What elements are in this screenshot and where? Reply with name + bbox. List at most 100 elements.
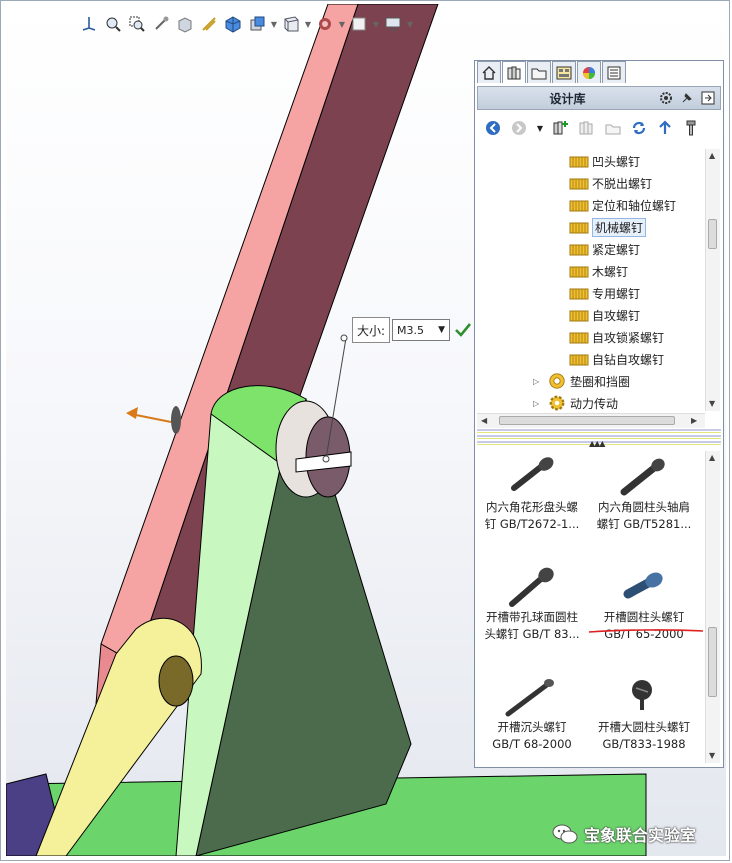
direction-arrow bbox=[130, 413, 172, 423]
library-item-name: 开槽带孔球面圆柱 bbox=[486, 610, 578, 624]
tree-item[interactable]: 凹头螺钉 bbox=[569, 151, 640, 171]
scene-dropdown-icon[interactable]: ▼ bbox=[338, 20, 346, 29]
display-icon[interactable] bbox=[382, 13, 404, 35]
dynamic-annotation-icon[interactable] bbox=[198, 13, 220, 35]
size-popup: 大小: M3.5 ▼ bbox=[352, 317, 472, 343]
splitter-grip-icon: ▲▲▲ bbox=[589, 439, 606, 448]
scroll-down-icon[interactable]: ▼ bbox=[709, 399, 715, 408]
up-one-level-icon[interactable] bbox=[655, 118, 675, 138]
apply-scene-icon[interactable] bbox=[314, 13, 336, 35]
file-explorer-icon[interactable] bbox=[527, 61, 551, 83]
display-dropdown-icon[interactable]: ▼ bbox=[406, 20, 414, 29]
scroll-right-icon[interactable]: ▶ bbox=[691, 416, 697, 425]
tree-item[interactable]: 自攻螺钉 bbox=[569, 305, 640, 325]
tree-item[interactable]: 不脱出螺钉 bbox=[569, 173, 652, 193]
tree-item[interactable]: 木螺钉 bbox=[569, 261, 628, 281]
expand-arrow-icon[interactable]: ▷ bbox=[533, 399, 543, 408]
library-item[interactable]: 内六角花形盘头螺钉 GB/T2672-1... bbox=[477, 453, 587, 533]
view-orientation-icon[interactable] bbox=[78, 13, 100, 35]
library-item-name: 开槽圆柱头螺钉 bbox=[603, 610, 685, 624]
home-icon[interactable] bbox=[477, 61, 501, 83]
tree-item[interactable]: 自钻自攻螺钉 bbox=[569, 349, 664, 369]
screw-folder-icon bbox=[569, 244, 589, 256]
toolbox-icon[interactable] bbox=[681, 118, 701, 138]
library-item-standard: GB/T 68-2000 bbox=[492, 737, 572, 751]
options-icon[interactable] bbox=[657, 89, 675, 107]
scroll-left-icon[interactable]: ◀ bbox=[481, 416, 487, 425]
library-item-standard: GB/T833-1988 bbox=[602, 737, 686, 751]
library-item-name: 开槽沉头螺钉 bbox=[497, 720, 567, 734]
add-to-library-icon[interactable] bbox=[551, 118, 571, 138]
zoom-to-area-icon[interactable] bbox=[126, 13, 148, 35]
add-file-location-icon[interactable] bbox=[577, 118, 597, 138]
zoom-to-fit-icon[interactable] bbox=[102, 13, 124, 35]
back-icon[interactable] bbox=[483, 118, 503, 138]
custom-properties-icon[interactable] bbox=[602, 61, 626, 83]
library-item[interactable]: 开槽沉头螺钉 GB/T 68-2000 bbox=[477, 673, 587, 753]
library-item-name: 内六角花形盘头螺 bbox=[486, 500, 578, 514]
view-settings-icon[interactable] bbox=[348, 13, 370, 35]
tree-item[interactable]: 定位和轴位螺钉 bbox=[569, 195, 676, 215]
library-item[interactable]: 开槽大圆柱头螺钉 GB/T833-1988 bbox=[589, 673, 699, 753]
watermark: 宝象联合实验室 bbox=[552, 822, 696, 846]
display-style-icon[interactable] bbox=[222, 13, 244, 35]
tree-item[interactable]: 自攻锁紧螺钉 bbox=[569, 327, 664, 347]
hide-show-dropdown-icon[interactable]: ▼ bbox=[270, 20, 278, 29]
library-tree: 凹头螺钉不脱出螺钉定位和轴位螺钉 机械螺钉 紧定螺钉木螺钉专用螺钉 自攻螺钉 自攻锁紧螺… bbox=[477, 149, 705, 411]
view-palette-icon[interactable] bbox=[552, 61, 576, 83]
previous-view-icon[interactable] bbox=[150, 13, 172, 35]
slotted-cheese-head-screw-icon bbox=[477, 563, 587, 609]
washer-side bbox=[171, 406, 181, 434]
library-item[interactable]: 内六角圆柱头轴肩 螺钉 GB/T5281... bbox=[589, 453, 699, 533]
library-items-grid: 内六角花形盘头螺钉 GB/T2672-1... 内六角圆柱头轴肩 螺钉 GB/T52… bbox=[477, 451, 705, 763]
expand-arrow-icon[interactable]: ▷ bbox=[533, 377, 543, 386]
history-dropdown-icon[interactable]: ▼ bbox=[535, 118, 545, 138]
view-settings-dropdown-icon[interactable]: ▼ bbox=[372, 20, 380, 29]
tree-item[interactable]: 专用螺钉 bbox=[569, 283, 640, 303]
section-view-icon[interactable] bbox=[174, 13, 196, 35]
socket-pan-head-screw-icon bbox=[477, 453, 587, 499]
library-item-standard: 钉 GB/T2672-1... bbox=[484, 517, 580, 531]
collapse-icon[interactable] bbox=[699, 89, 717, 107]
items-vertical-scrollbar[interactable]: ▲ ▼ bbox=[705, 451, 720, 763]
items-scroll-down-icon[interactable]: ▼ bbox=[709, 751, 715, 760]
tree-item-label: 木螺钉 bbox=[592, 264, 629, 279]
screw-folder-icon bbox=[569, 354, 589, 366]
appearance-dropdown-icon[interactable]: ▼ bbox=[304, 20, 312, 29]
hide-show-icon[interactable] bbox=[246, 13, 268, 35]
design-library-icon[interactable] bbox=[502, 61, 526, 83]
tree-item-label: 垫圈和挡圈 bbox=[570, 374, 631, 389]
items-scroll-thumb[interactable] bbox=[708, 627, 717, 697]
tree-item-label: 凹头螺钉 bbox=[592, 154, 641, 169]
pane-splitter[interactable]: ▲▲▲ bbox=[477, 429, 721, 448]
tree-scroll-thumb[interactable] bbox=[708, 219, 717, 249]
scroll-up-icon[interactable]: ▲ bbox=[709, 151, 715, 160]
graphics-area[interactable]: ▼ ▼ ▼ ▼ ▼ 大小: M3.5 ▼ 设计库 ▼ 凹头螺钉 不脱出螺钉 定位… bbox=[6, 4, 726, 856]
tree-hscroll-thumb[interactable] bbox=[499, 416, 675, 425]
tree-item[interactable]: 紧定螺钉 bbox=[569, 239, 640, 259]
tree-horizontal-scrollbar[interactable]: ◀ ▶ bbox=[477, 413, 705, 428]
slotted-cylinder-head-screw-icon bbox=[589, 563, 699, 609]
tree-item[interactable]: ▷ 垫圈和挡圈 bbox=[533, 371, 630, 391]
tree-item-label: 不脱出螺钉 bbox=[592, 176, 653, 191]
edit-appearance-icon[interactable] bbox=[280, 13, 302, 35]
create-new-folder-icon[interactable] bbox=[603, 118, 623, 138]
gear-icon bbox=[549, 395, 565, 411]
tree-item-label: 机械螺钉 bbox=[592, 217, 647, 237]
size-select[interactable]: M3.5 ▼ bbox=[392, 319, 451, 341]
tree-item[interactable]: ▷ 动力传动 bbox=[533, 393, 618, 411]
items-scroll-up-icon[interactable]: ▲ bbox=[709, 453, 715, 462]
refresh-icon[interactable] bbox=[629, 118, 649, 138]
screw-folder-icon bbox=[569, 288, 589, 300]
screw-folder-icon bbox=[569, 178, 589, 190]
tree-item[interactable]: 机械螺钉 bbox=[569, 217, 647, 237]
tree-vertical-scrollbar[interactable]: ▲ ▼ bbox=[705, 149, 720, 411]
appearances-icon[interactable] bbox=[577, 61, 601, 83]
checkmark-icon[interactable] bbox=[454, 321, 472, 339]
library-navigation-bar: ▼ bbox=[477, 113, 721, 143]
library-item[interactable]: 开槽带孔球面圆柱 头螺钉 GB/T 83... bbox=[477, 563, 587, 643]
forward-icon[interactable] bbox=[509, 118, 529, 138]
highlight-underline bbox=[588, 629, 704, 633]
pin-icon[interactable] bbox=[678, 89, 696, 107]
countersunk-screw-icon bbox=[477, 673, 587, 719]
